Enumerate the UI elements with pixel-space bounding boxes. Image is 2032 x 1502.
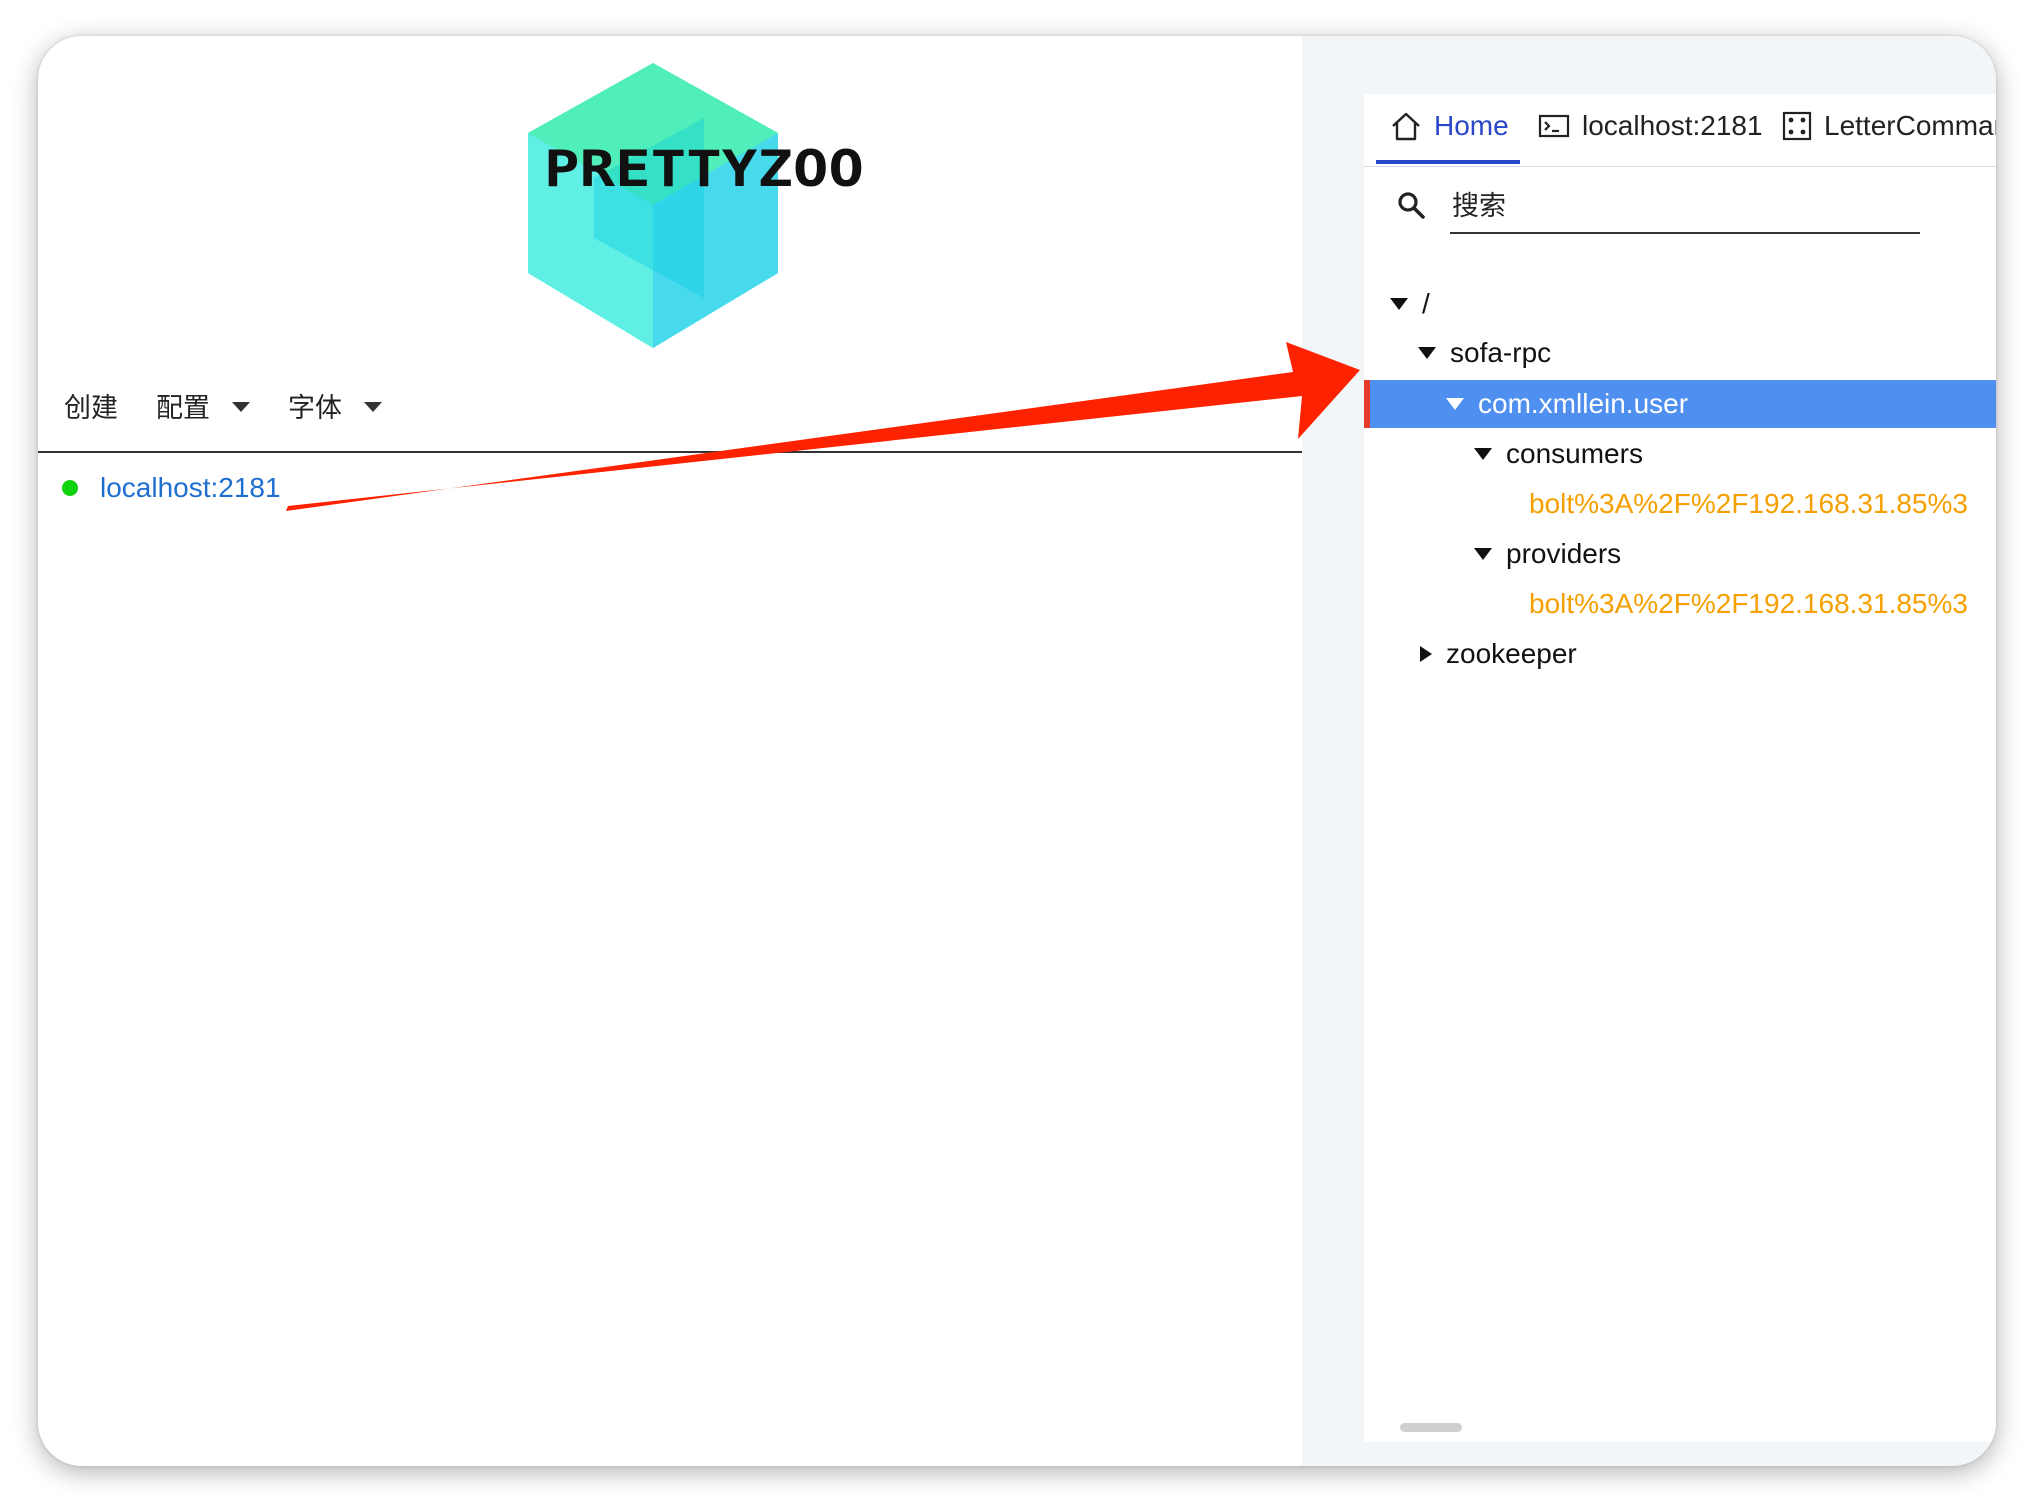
tree-node-sofa-rpc[interactable]: sofa-rpc: [1364, 329, 1994, 377]
tree-node-providers[interactable]: providers: [1364, 530, 1996, 578]
expanded-arrow-icon: [1418, 347, 1436, 359]
node-tree-pane: Home localhost:2181 LetterCommar 搜索 / so…: [1302, 36, 1996, 1466]
selection-marker: [1364, 380, 1370, 428]
caret-down-icon: [364, 401, 382, 412]
tree-node-com-xmllein-user[interactable]: com.xmllein.user: [1364, 380, 1996, 428]
tab-letter-command-label: LetterCommar: [1824, 110, 1996, 141]
tree-node-label: com.xmllein.user: [1478, 388, 1689, 419]
caret-down-icon: [232, 401, 250, 412]
svg-text:PRETTYZOO: PRETTYZOO: [544, 140, 864, 198]
server-label: localhost:2181: [100, 472, 281, 503]
connected-status-icon: [62, 480, 78, 496]
dice-icon: [1782, 111, 1812, 141]
tree-node-zookeeper[interactable]: zookeeper: [1364, 630, 1996, 678]
app-window: PRETTYZOO 创建 配置 字体 localhost:2181 Home l…: [38, 36, 1996, 1466]
prettyzoo-logo: PRETTYZOO: [528, 48, 908, 368]
tree-panel: Home localhost:2181 LetterCommar 搜索 / so…: [1364, 94, 1996, 1442]
horizontal-scrollbar[interactable]: [1400, 1423, 1462, 1432]
tree-node-label: bolt%3A%2F%2F192.168.31.85%3: [1529, 588, 1968, 619]
tree-node-consumer-leaf[interactable]: bolt%3A%2F%2F192.168.31.85%3: [1364, 480, 1996, 528]
tab-bar: Home localhost:2181 LetterCommar: [1364, 94, 1996, 167]
server-item[interactable]: localhost:2181: [62, 472, 281, 504]
tab-home[interactable]: Home: [1390, 110, 1509, 142]
tree-node-label: consumers: [1506, 438, 1643, 469]
search-input[interactable]: [1450, 180, 1920, 234]
create-menu-label: 创建: [64, 393, 118, 424]
tree-node-consumers[interactable]: consumers: [1364, 430, 1996, 478]
create-menu[interactable]: 创建: [64, 386, 118, 425]
search-row: [1396, 180, 1956, 240]
home-icon: [1392, 112, 1420, 141]
tab-home-label: Home: [1434, 110, 1509, 141]
expanded-arrow-icon: [1390, 298, 1408, 310]
main-menu: 创建 配置 字体: [64, 386, 420, 425]
font-menu-label: 字体: [288, 393, 342, 424]
search-icon: [1398, 192, 1425, 219]
expanded-arrow-icon: [1474, 448, 1492, 460]
terminal-icon: [1538, 114, 1570, 138]
expanded-arrow-icon: [1446, 398, 1464, 410]
collapsed-arrow-icon: [1420, 646, 1432, 662]
tree-node-provider-leaf[interactable]: bolt%3A%2F%2F192.168.31.85%3: [1364, 580, 1996, 628]
tab-letter-command[interactable]: LetterCommar: [1782, 110, 1996, 142]
tab-localhost[interactable]: localhost:2181: [1538, 110, 1763, 142]
server-list-pane: PRETTYZOO 创建 配置 字体 localhost:2181: [38, 36, 1302, 1466]
tree-node-label: providers: [1506, 538, 1622, 569]
tree-node-root[interactable]: /: [1364, 280, 1966, 328]
tree-node-label: zookeeper: [1446, 638, 1577, 669]
tree-node-label: bolt%3A%2F%2F192.168.31.85%3: [1529, 488, 1968, 519]
font-menu[interactable]: 字体: [288, 386, 382, 425]
config-menu-label: 配置: [156, 393, 210, 424]
expanded-arrow-icon: [1474, 548, 1492, 560]
tab-localhost-label: localhost:2181: [1582, 110, 1763, 141]
tree-node-label: sofa-rpc: [1450, 337, 1552, 368]
tree-node-label: /: [1422, 288, 1430, 319]
active-tab-indicator: [1376, 160, 1520, 164]
menu-divider: [38, 451, 1302, 453]
config-menu[interactable]: 配置: [156, 386, 250, 425]
